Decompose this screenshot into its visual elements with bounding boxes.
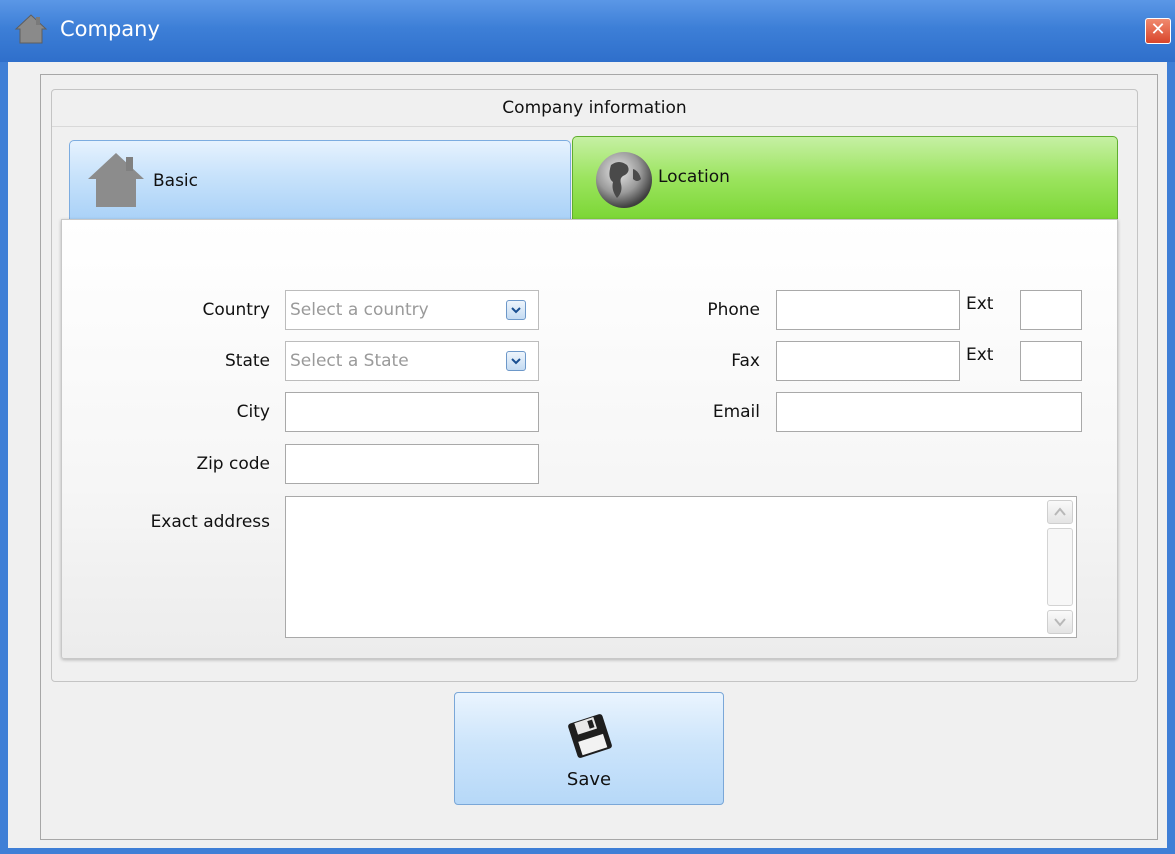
phone-ext-input[interactable] (1020, 290, 1082, 330)
house-icon (88, 153, 144, 207)
address-textarea[interactable] (285, 496, 1077, 638)
house-icon (14, 14, 48, 44)
phone-label: Phone (707, 300, 760, 320)
email-label: Email (712, 402, 760, 422)
chevron-down-icon[interactable] (506, 300, 526, 320)
phone-input[interactable] (776, 290, 960, 330)
save-button[interactable]: Save (454, 692, 724, 805)
address-scrollbar[interactable] (1047, 500, 1073, 634)
window-client-area: Company information Basic Location Count… (8, 62, 1167, 848)
chevron-down-icon[interactable] (506, 351, 526, 371)
tab-location[interactable]: Location (572, 136, 1118, 220)
company-window: Company ✕ Company information Basic Loca… (0, 0, 1175, 854)
phone-ext-label: Ext (966, 294, 994, 314)
globe-icon (596, 152, 652, 208)
window-title: Company (60, 17, 160, 41)
email-input[interactable] (776, 392, 1082, 432)
chevron-up-icon[interactable] (1047, 500, 1073, 524)
tab-location-label: Location (658, 167, 730, 187)
state-select[interactable]: Select a State (285, 341, 539, 381)
fax-label: Fax (731, 351, 760, 371)
zip-input[interactable] (285, 444, 539, 484)
fax-input[interactable] (776, 341, 960, 381)
zip-label: Zip code (196, 454, 270, 474)
floppy-disk-icon (568, 714, 612, 758)
country-select[interactable]: Select a country (285, 290, 539, 330)
location-panel: Country Select a country State Select a … (61, 219, 1118, 659)
state-label: State (225, 351, 270, 371)
scrollbar-thumb[interactable] (1047, 528, 1073, 606)
address-label: Exact address (150, 512, 270, 532)
state-placeholder: Select a State (290, 351, 409, 371)
close-button[interactable]: ✕ (1145, 18, 1171, 44)
city-label: City (236, 402, 270, 422)
save-label: Save (566, 769, 612, 790)
fax-ext-input[interactable] (1020, 341, 1082, 381)
tab-basic-label: Basic (153, 171, 199, 191)
chevron-down-icon[interactable] (1047, 610, 1073, 634)
country-label: Country (202, 300, 270, 320)
group-title: Company information (52, 90, 1137, 127)
fax-ext-label: Ext (966, 345, 994, 365)
close-icon: ✕ (1150, 19, 1166, 40)
title-bar[interactable]: Company ✕ (0, 0, 1175, 62)
country-placeholder: Select a country (290, 300, 429, 320)
tab-basic[interactable]: Basic (69, 140, 571, 220)
city-input[interactable] (285, 392, 539, 432)
